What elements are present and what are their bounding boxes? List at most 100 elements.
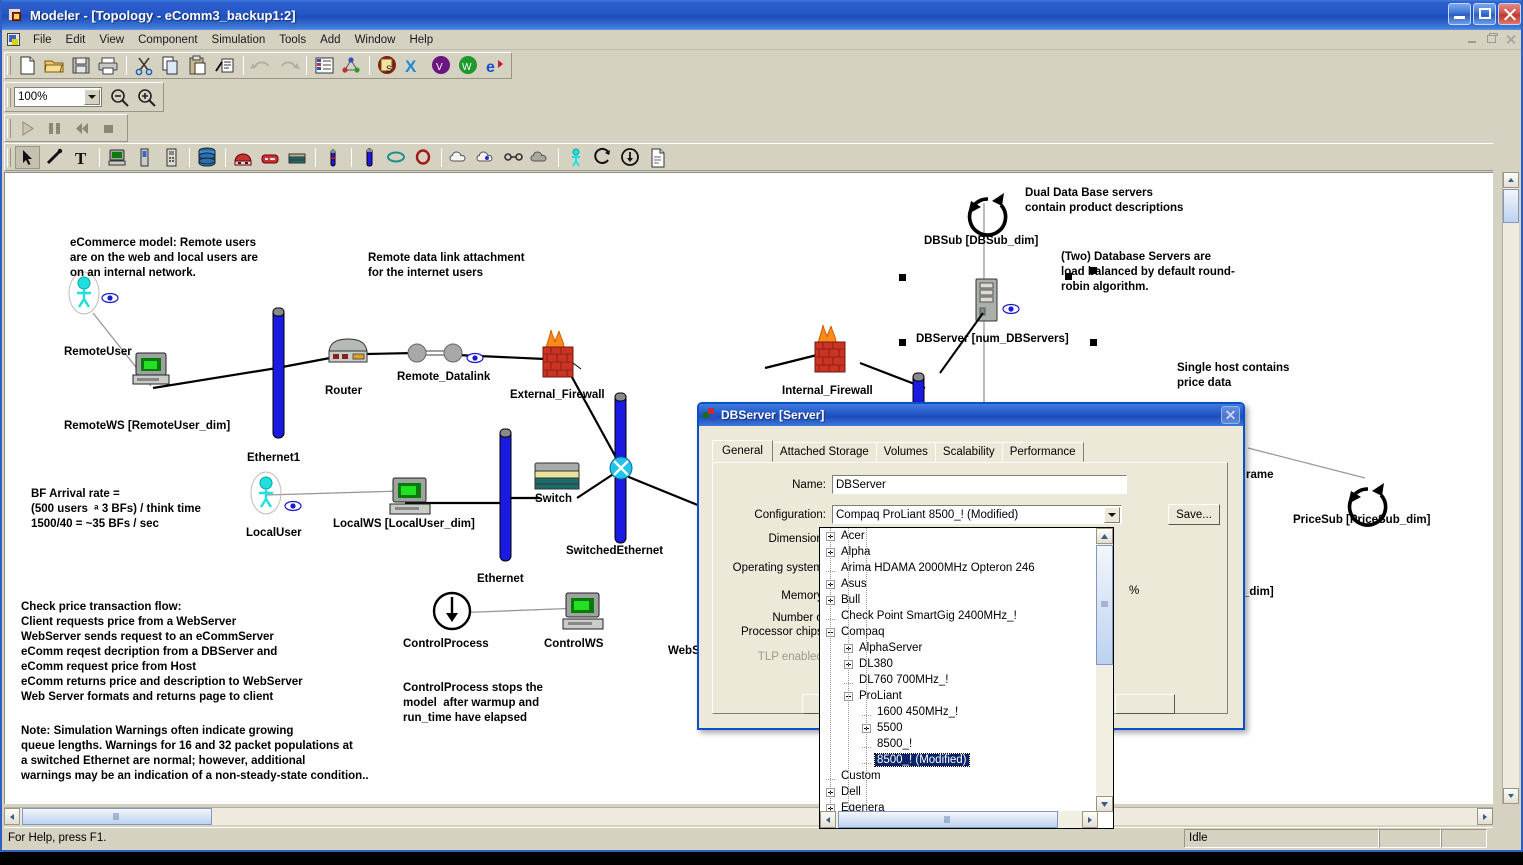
tree-scroll-right-button[interactable]	[1082, 811, 1098, 828]
tree-item[interactable]: Alpha	[820, 544, 1098, 560]
ring-teal-icon[interactable]	[384, 146, 409, 169]
tree-item[interactable]: Bull	[820, 592, 1098, 608]
find-replace-icon[interactable]	[213, 54, 238, 77]
export-visio-icon[interactable]: V	[429, 54, 454, 77]
point-to-point-icon[interactable]	[501, 146, 526, 169]
node-label-dbserver[interactable]: DBServer [num_DBServers]	[916, 333, 1069, 345]
dialog-cancel-button[interactable]	[1115, 694, 1175, 714]
tree-scroll-left-button[interactable]	[820, 811, 836, 828]
node-label-internal-firewall[interactable]: Internal_Firewall	[782, 385, 873, 397]
user-actor-icon[interactable]	[564, 146, 589, 169]
tree-item[interactable]: Arima HDAMA 2000MHz Opteron 246	[820, 560, 1098, 576]
tab-scalability[interactable]: Scalability	[934, 442, 1003, 462]
tree-item[interactable]: DL760 700MHz_!	[820, 672, 1098, 688]
link-pencil-icon[interactable]	[42, 146, 67, 169]
selection-handle[interactable]	[1090, 339, 1097, 346]
chevron-down-icon[interactable]	[1104, 507, 1120, 523]
menu-item-window[interactable]: Window	[348, 32, 403, 48]
text-tool-icon[interactable]: T	[69, 146, 94, 169]
database-icon[interactable]	[195, 146, 220, 169]
name-input[interactable]: DBServer	[832, 475, 1127, 494]
menu-item-component[interactable]: Component	[131, 32, 204, 48]
node-label-dim[interactable]: _dim]	[1243, 586, 1274, 598]
canvas-horizontal-scrollbar[interactable]	[4, 807, 1493, 825]
device-icon[interactable]	[132, 146, 157, 169]
node-label-dbsub[interactable]: DBSub [DBSub_dim]	[924, 235, 1038, 247]
cloud-gray-icon[interactable]	[528, 146, 553, 169]
server-rack-icon[interactable]	[285, 146, 310, 169]
node-label-pricesub[interactable]: PriceSub [PriceSub_dim]	[1293, 514, 1430, 526]
tree-item[interactable]: AlphaServer	[820, 640, 1098, 656]
toolbar-grip[interactable]	[7, 147, 11, 167]
minimize-button[interactable]	[1448, 3, 1471, 25]
scroll-thumb-horizontal[interactable]	[22, 808, 212, 825]
workstation-icon[interactable]	[105, 146, 130, 169]
selection-handle[interactable]	[899, 339, 906, 346]
node-label-ethernet[interactable]: Ethernet	[477, 573, 524, 585]
toolbar-grip[interactable]	[7, 118, 11, 138]
stop-icon[interactable]	[96, 117, 121, 140]
cut-scissors-icon[interactable]	[132, 54, 157, 77]
export-excel-icon[interactable]: X	[402, 54, 427, 77]
dialog-title-bar[interactable]: DBServer [Server] ✕	[699, 404, 1243, 426]
tree-item[interactable]: Dell	[820, 784, 1098, 800]
mdi-minimize-button[interactable]	[1464, 31, 1481, 47]
tab-performance[interactable]: Performance	[1001, 442, 1084, 462]
chevron-down-icon[interactable]	[84, 89, 100, 105]
new-document-icon[interactable]	[15, 54, 40, 77]
tree-item[interactable]: ProLiant	[820, 688, 1098, 704]
cloud-icon[interactable]	[447, 146, 472, 169]
configuration-tree-list[interactable]: Acer Alpha Arima HDAMA 2000MHz Opteron 246…	[820, 528, 1098, 812]
scroll-right-button[interactable]	[1477, 808, 1493, 825]
node-label-remotews[interactable]: RemoteWS [RemoteUser_dim]	[64, 420, 230, 432]
copy-icon[interactable]	[159, 54, 184, 77]
menu-item-help[interactable]: Help	[402, 32, 440, 48]
network-graph-icon[interactable]	[339, 54, 364, 77]
export-word-icon[interactable]: W	[456, 54, 481, 77]
tree-scroll-thumb[interactable]	[1096, 545, 1113, 665]
lan-blue-icon[interactable]	[357, 146, 382, 169]
menu-item-simulation[interactable]: Simulation	[205, 32, 273, 48]
tree-item[interactable]: 8500_!	[820, 736, 1098, 752]
selection-handle[interactable]	[899, 274, 906, 281]
tree-item[interactable]: 5500	[820, 720, 1098, 736]
tab-attached-storage[interactable]: Attached Storage	[771, 442, 877, 462]
toolbar-grip[interactable]	[7, 87, 11, 107]
cloud-wan-icon[interactable]	[474, 146, 499, 169]
select-arrow-icon[interactable]	[15, 145, 40, 169]
menu-item-add[interactable]: Add	[313, 32, 347, 48]
save-button[interactable]: Save...	[1168, 504, 1220, 525]
pause-icon[interactable]	[42, 117, 67, 140]
zoom-level-combobox[interactable]: 100%	[14, 87, 102, 107]
scroll-down-button[interactable]	[1503, 788, 1519, 804]
tree-horizontal-scrollbar[interactable]	[820, 811, 1098, 828]
paste-icon[interactable]	[186, 54, 211, 77]
print-icon[interactable]	[96, 54, 121, 77]
node-label-controlws[interactable]: ControlWS	[544, 638, 603, 650]
maximize-button[interactable]	[1473, 3, 1496, 25]
tree-item[interactable]: Acer	[820, 528, 1098, 544]
mdi-restore-button[interactable]	[1483, 31, 1500, 47]
toolbar-grip[interactable]	[7, 56, 11, 75]
tree-vertical-scrollbar[interactable]	[1096, 528, 1113, 812]
ring-red-icon[interactable]	[411, 146, 436, 169]
rewind-icon[interactable]	[69, 117, 94, 140]
router-icon[interactable]	[231, 146, 256, 169]
node-label-remoteuser[interactable]: RemoteUser	[64, 346, 132, 358]
tab-volumes[interactable]: Volumes	[875, 442, 936, 462]
node-label-switch[interactable]: Switch	[535, 493, 572, 505]
tree-item[interactable]: Asus	[820, 576, 1098, 592]
open-folder-icon[interactable]	[42, 54, 67, 77]
node-label-remote-datalink[interactable]: Remote_Datalink	[397, 371, 490, 383]
save-disk-icon[interactable]	[69, 54, 94, 77]
node-label-localuser[interactable]: LocalUser	[246, 527, 302, 539]
scroll-up-button[interactable]	[1503, 172, 1519, 188]
tree-scroll-down-button[interactable]	[1096, 796, 1113, 812]
export-s-icon[interactable]: S	[375, 54, 400, 77]
node-label-external-firewall[interactable]: External_Firewall	[510, 389, 605, 401]
node-label-switched-ethernet[interactable]: SwitchedEthernet	[566, 545, 663, 557]
dialog-close-button[interactable]: ✕	[1221, 406, 1240, 424]
configuration-dropdown-tree[interactable]: Acer Alpha Arima HDAMA 2000MHz Opteron 246…	[819, 527, 1114, 829]
node-label-webs[interactable]: WebS	[668, 645, 700, 657]
close-button[interactable]	[1498, 3, 1521, 25]
